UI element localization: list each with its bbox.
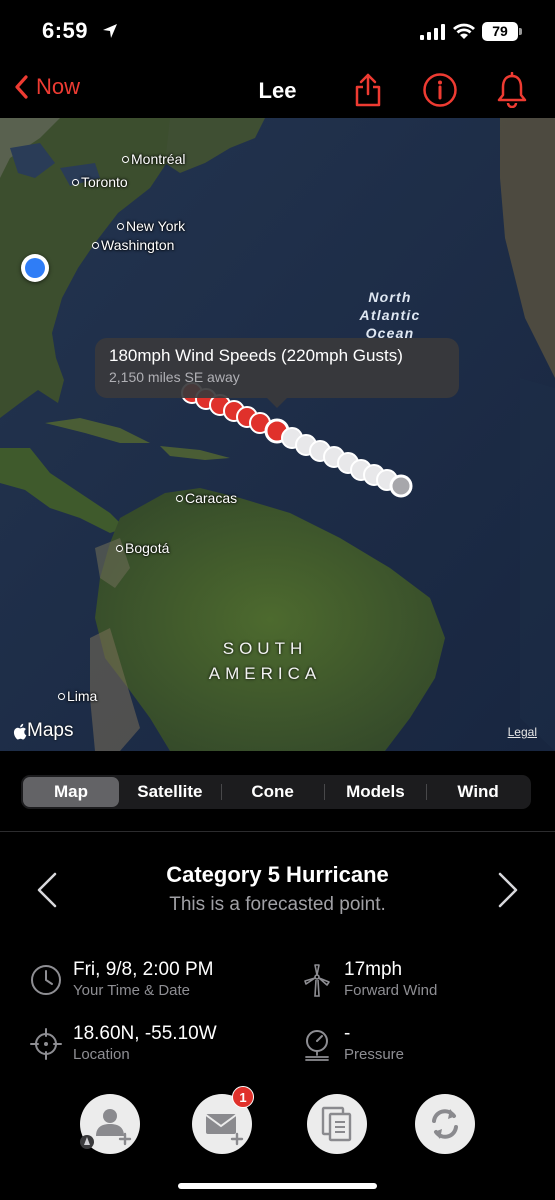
tab-map[interactable]: Map <box>23 777 119 807</box>
info-icon <box>423 73 457 107</box>
time-value: Fri, 9/8, 2:00 PM <box>73 959 214 980</box>
ocean-label-line: North <box>368 289 412 305</box>
apple-logo-icon <box>13 723 27 739</box>
city-label-new-york: New York <box>117 218 185 234</box>
callout-subtitle: 2,150 miles SE away <box>109 369 240 385</box>
continent-label-line: SOUTH <box>222 639 308 658</box>
time-label: Your Time & Date <box>73 982 191 999</box>
city-label-lima: Lima <box>58 688 97 704</box>
back-label: Now <box>36 74 81 99</box>
ocean-label: North Atlantic Ocean <box>348 288 432 342</box>
wind-turbine-icon <box>304 964 330 997</box>
pressure-label: Pressure <box>344 1046 405 1063</box>
add-person-icon <box>80 1109 132 1149</box>
documents-icon <box>321 1106 352 1142</box>
city-label-bogota: Bogotá <box>116 540 169 556</box>
map-view[interactable]: Montréal Toronto New York Washington Car… <box>0 118 555 751</box>
home-indicator[interactable] <box>178 1183 377 1189</box>
section-divider <box>0 831 555 832</box>
share-icon <box>355 73 381 107</box>
city-label-caracas: Caracas <box>176 490 237 506</box>
location-value: 18.60N, -55.10W <box>73 1023 217 1044</box>
callout-title: 180mph Wind Speeds (220mph Gusts) <box>109 346 403 365</box>
alerts-button[interactable] <box>494 70 530 110</box>
city-label-montreal: Montréal <box>122 151 185 167</box>
add-email-button[interactable]: 1 <box>192 1086 254 1154</box>
info-button[interactable] <box>422 70 458 110</box>
notification-badge: 1 <box>232 1086 254 1108</box>
storm-category: Category 5 Hurricane <box>166 862 389 887</box>
wifi-icon <box>453 23 475 39</box>
tab-wind[interactable]: Wind <box>427 777 529 807</box>
tab-satellite[interactable]: Satellite <box>119 777 221 807</box>
legal-link[interactable]: Legal <box>508 725 537 739</box>
chevron-left-icon <box>15 75 28 99</box>
tab-models[interactable]: Models <box>325 777 427 807</box>
user-location-dot[interactable] <box>21 254 49 282</box>
forward-wind-label: Forward Wind <box>344 982 438 999</box>
barometer-icon <box>305 1030 329 1061</box>
clock-icon <box>31 965 61 995</box>
status-time: 6:59 <box>42 18 89 43</box>
maps-logo: Maps <box>12 720 73 742</box>
city-label-washington: Washington <box>92 237 174 253</box>
map-type-segmented-control: Map Satellite Cone Models Wind <box>21 775 531 809</box>
point-description: This is a forecasted point. <box>169 894 386 915</box>
cellular-signal-icon <box>420 24 445 40</box>
track-point-callout[interactable]: 180mph Wind Speeds (220mph Gusts) 2,150 … <box>95 338 459 408</box>
location-label: Location <box>73 1046 130 1063</box>
maps-brand-text: Maps <box>27 720 74 741</box>
location-arrow-icon <box>103 24 117 38</box>
next-point-button[interactable] <box>497 872 519 908</box>
continent-label-line: AMERICA <box>208 664 322 683</box>
crosshair-icon <box>30 1028 62 1060</box>
ocean-label-line: Atlantic <box>359 307 421 323</box>
battery-tip <box>519 28 522 35</box>
battery-indicator: 79 <box>482 22 518 41</box>
refresh-button[interactable] <box>415 1094 475 1154</box>
continent-label: SOUTH AMERICA <box>190 636 340 686</box>
page-title: Lee <box>258 78 297 103</box>
city-label-toronto: Toronto <box>72 174 128 190</box>
bell-icon <box>497 72 527 108</box>
tab-cone[interactable]: Cone <box>222 777 324 807</box>
pressure-value: - <box>344 1023 351 1044</box>
navigation-bar: Now Lee <box>0 62 555 118</box>
back-button[interactable]: Now <box>14 74 80 100</box>
copy-button[interactable] <box>307 1094 367 1154</box>
share-button[interactable] <box>350 70 386 110</box>
refresh-icon <box>432 1109 458 1139</box>
status-bar: 6:59 79 <box>0 0 555 62</box>
forward-wind-value: 17mph <box>344 959 403 980</box>
add-contact-button[interactable] <box>80 1094 140 1154</box>
